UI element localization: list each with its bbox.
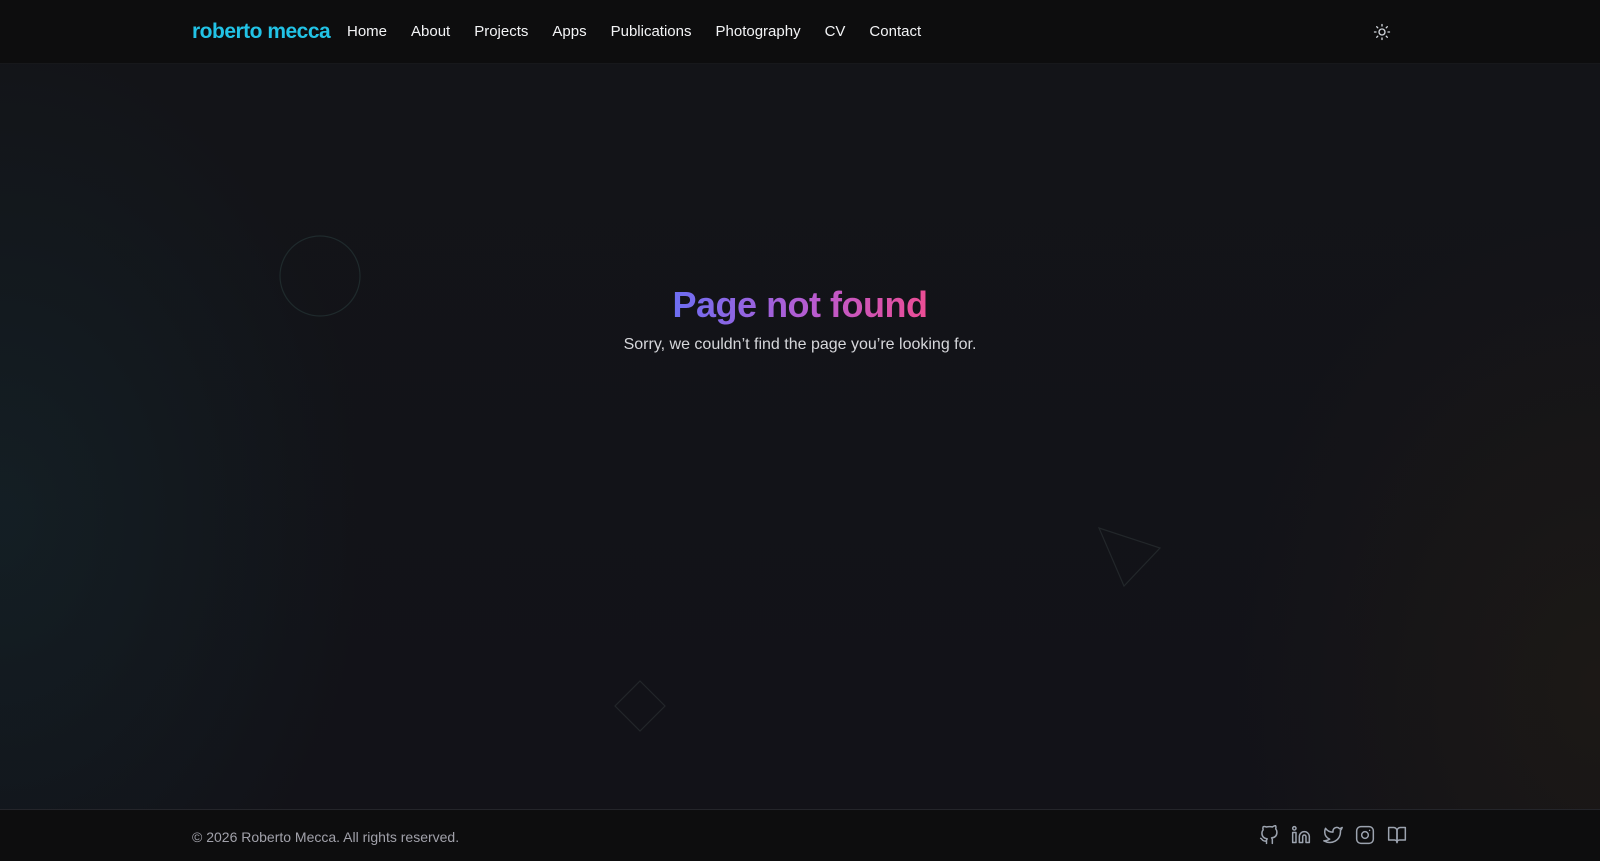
twitter-link[interactable]: [1322, 824, 1344, 846]
nav-contact[interactable]: Contact: [869, 24, 921, 40]
main-content: Page not found Sorry, we couldn’t find t…: [0, 64, 1600, 809]
linkedin-link[interactable]: [1290, 824, 1312, 846]
decorative-diamond: [614, 680, 666, 732]
page-title-text: Page not found: [672, 284, 928, 325]
nav-apps[interactable]: Apps: [552, 24, 586, 40]
nav-publications[interactable]: Publications: [611, 24, 692, 40]
github-icon: [1259, 825, 1278, 845]
theme-toggle-button[interactable]: [1370, 20, 1394, 44]
twitter-icon: [1323, 826, 1343, 844]
site-header: roberto mecca Home About Projects Apps P…: [0, 0, 1600, 64]
book-open-icon: [1387, 826, 1407, 844]
linkedin-icon: [1291, 825, 1311, 844]
site-footer: © 2026 Roberto Mecca. All rights reserve…: [0, 809, 1600, 861]
site-logo[interactable]: roberto mecca: [192, 20, 331, 44]
main-nav: Home About Projects Apps Publications Ph…: [347, 24, 945, 40]
nav-cv[interactable]: CV: [825, 24, 846, 40]
page-title: Page not found: [0, 284, 1600, 326]
instagram-link[interactable]: [1354, 824, 1376, 846]
decorative-triangle: [1097, 527, 1162, 588]
book-link[interactable]: [1386, 824, 1408, 846]
nav-projects[interactable]: Projects: [474, 24, 528, 40]
social-links: [1258, 824, 1418, 846]
sun-icon: [1373, 23, 1391, 41]
nav-about[interactable]: About: [411, 24, 450, 40]
instagram-icon: [1355, 825, 1375, 845]
nav-photography[interactable]: Photography: [716, 24, 801, 40]
nav-home[interactable]: Home: [347, 24, 387, 40]
copyright-text: © 2026 Roberto Mecca. All rights reserve…: [192, 829, 460, 845]
page-subtitle: Sorry, we couldn’t find the page you’re …: [623, 336, 977, 353]
github-link[interactable]: [1258, 824, 1280, 846]
